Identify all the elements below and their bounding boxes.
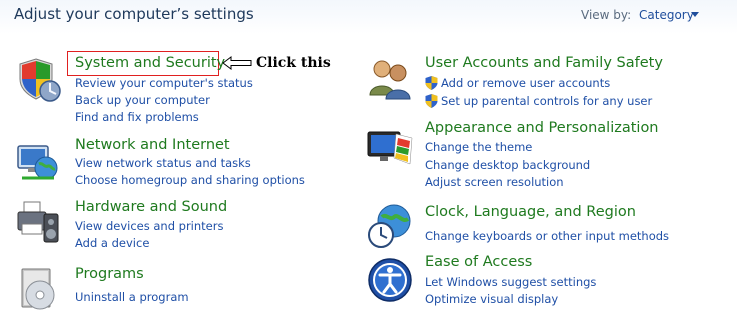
category-hardware-title[interactable]: Hardware and Sound [75, 199, 227, 215]
printer-speaker-icon [17, 201, 59, 243]
category-network-title[interactable]: Network and Internet [75, 137, 230, 153]
uac-shield-icon [425, 76, 438, 90]
link-back-up[interactable]: Back up your computer [75, 93, 210, 107]
chevron-down-icon[interactable] [691, 12, 699, 17]
link-devices-printers[interactable]: View devices and printers [75, 219, 223, 233]
left-arrow-icon [222, 56, 252, 70]
network-globe-icon [17, 145, 58, 180]
clock-globe-icon [368, 204, 411, 248]
link-find-fix[interactable]: Find and fix problems [75, 110, 199, 124]
link-homegroup[interactable]: Choose homegroup and sharing options [75, 173, 305, 187]
link-change-theme[interactable]: Change the theme [425, 140, 532, 154]
callout-label: Click this [256, 55, 331, 71]
view-by-dropdown[interactable]: Category [639, 8, 694, 22]
link-keyboards[interactable]: Change keyboards or other input methods [425, 229, 669, 243]
link-parental-controls[interactable]: Set up parental controls for any user [441, 94, 652, 108]
link-add-remove-accounts[interactable]: Add or remove user accounts [441, 76, 610, 90]
category-clock-title[interactable]: Clock, Language, and Region [425, 204, 636, 220]
category-appearance-title[interactable]: Appearance and Personalization [425, 120, 659, 136]
category-programs-title[interactable]: Programs [75, 266, 144, 282]
page-title: Adjust your computer’s settings [14, 5, 254, 23]
shield-security-icon [19, 58, 61, 102]
category-user-accounts-title[interactable]: User Accounts and Family Safety [425, 55, 663, 71]
link-uninstall[interactable]: Uninstall a program [75, 290, 189, 304]
programs-disc-icon [21, 268, 55, 310]
link-review-status[interactable]: Review your computer's status [75, 76, 253, 90]
link-screen-resolution[interactable]: Adjust screen resolution [425, 175, 564, 189]
link-optimize-display[interactable]: Optimize visual display [425, 292, 558, 306]
category-ease-of-access-title[interactable]: Ease of Access [425, 254, 532, 270]
users-icon [369, 60, 411, 100]
monitor-paint-icon [367, 131, 413, 165]
category-system-security-title[interactable]: System and Security [75, 55, 225, 71]
view-by-label: View by: [581, 8, 632, 22]
uac-shield-icon [425, 94, 438, 108]
link-windows-suggest[interactable]: Let Windows suggest settings [425, 275, 596, 289]
link-desktop-background[interactable]: Change desktop background [425, 158, 590, 172]
ease-of-access-icon [368, 258, 412, 302]
link-add-device[interactable]: Add a device [75, 236, 149, 250]
header-bar: Adjust your computer’s settings View by:… [0, 0, 737, 34]
link-network-status[interactable]: View network status and tasks [75, 156, 251, 170]
